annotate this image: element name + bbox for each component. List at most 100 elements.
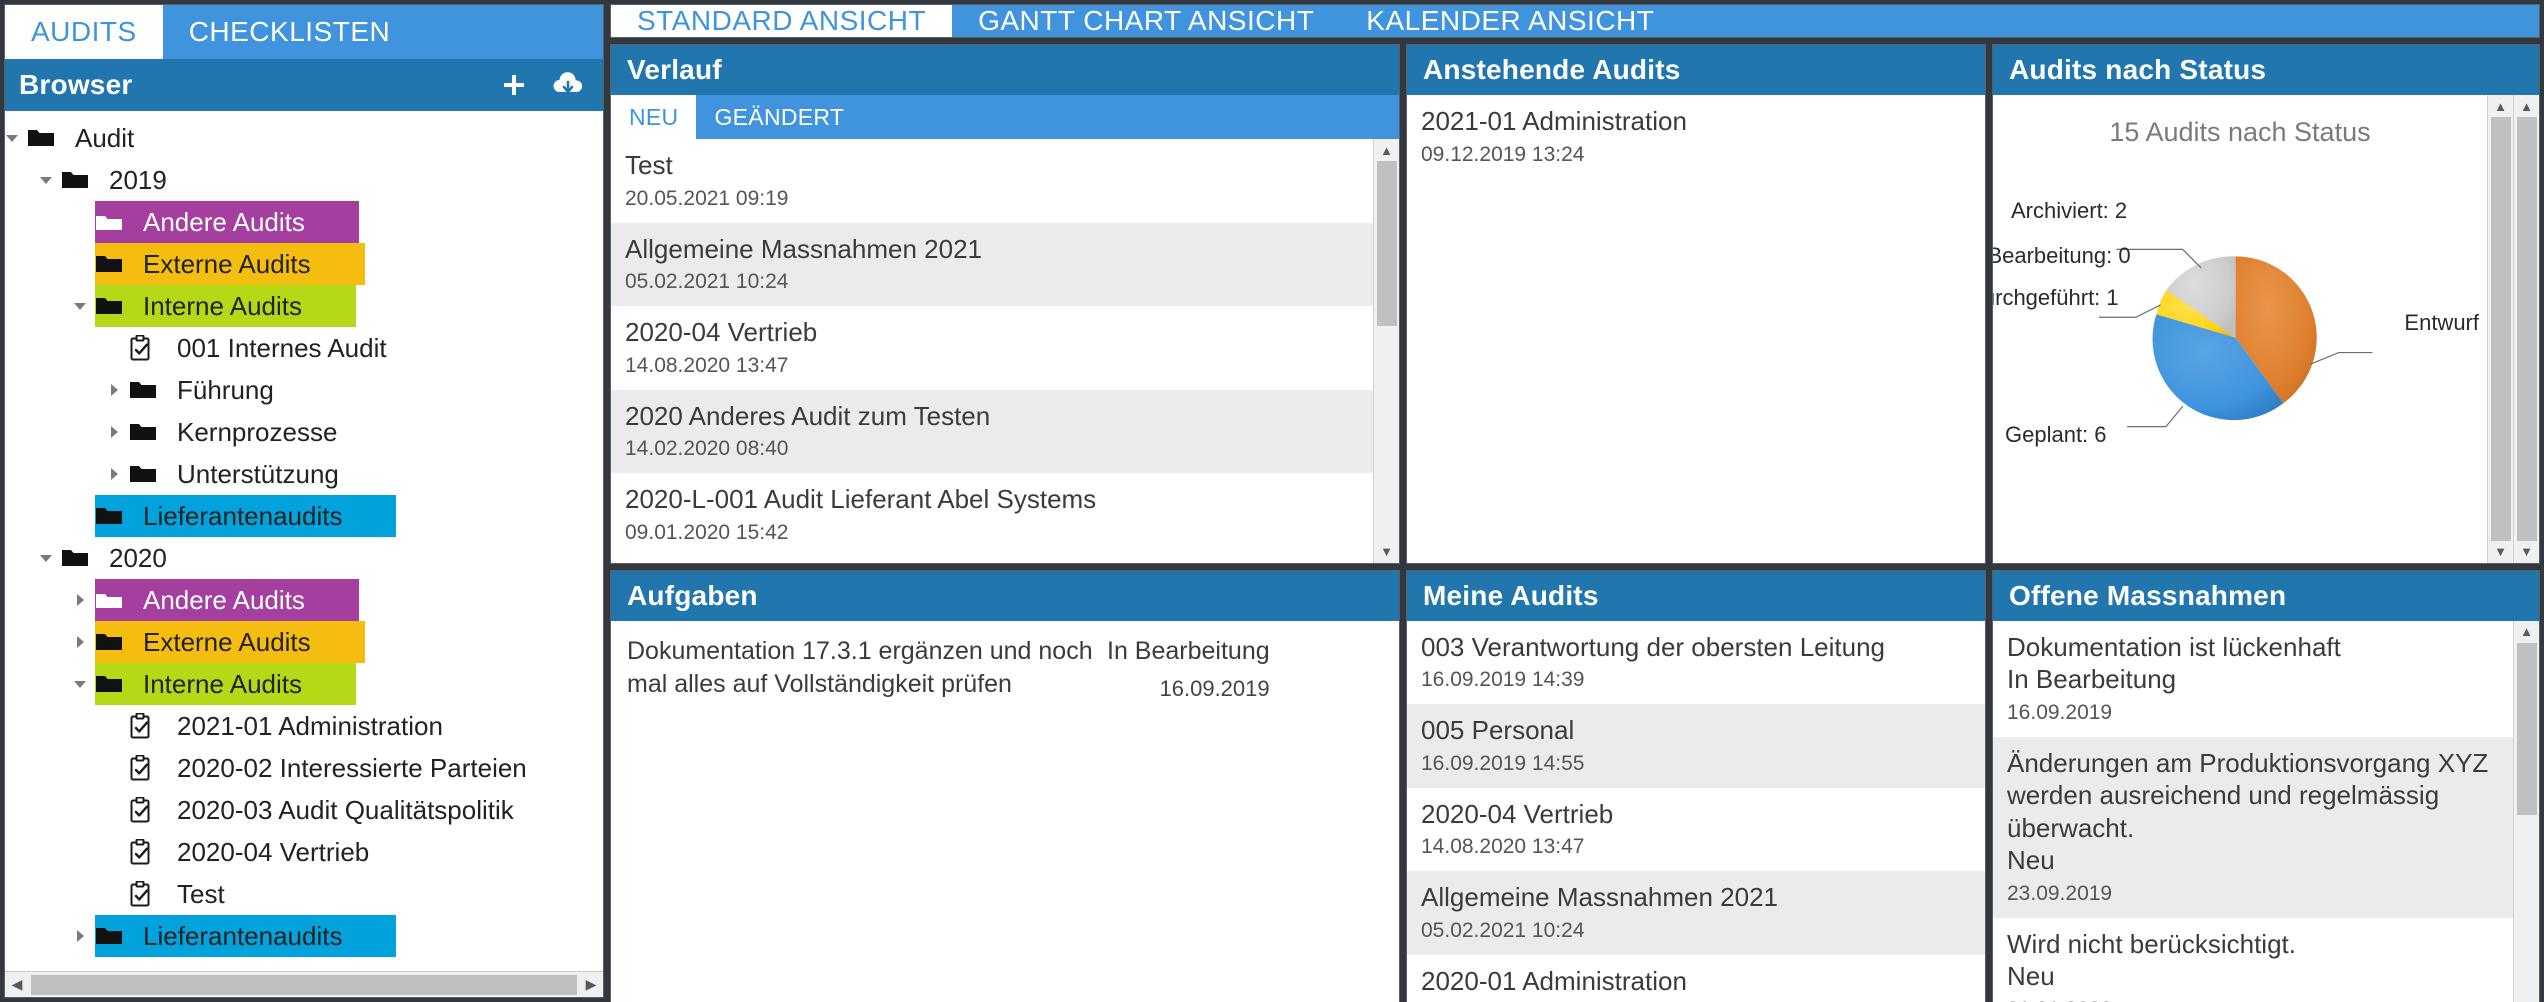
tree-node[interactable]: Test [5,873,603,915]
chevron-right-icon[interactable] [65,928,95,944]
cloud-download-icon[interactable] [551,72,585,98]
scroll-down-arrow[interactable]: ▼ [2488,541,2513,563]
tree-node-row[interactable]: Andere Audits [95,201,359,243]
status-outer-vertical-scrollbar[interactable]: ▲ ▼ [2513,95,2539,563]
list-item[interactable]: Allgemeine Massnahmen 2021 05.02.2021 10:… [1407,871,1985,955]
tree-node-row[interactable]: Externe Audits [95,243,365,285]
list-item[interactable]: 005 Personal 16.09.2019 14:55 [1407,704,1985,788]
chevron-down-icon[interactable] [31,550,61,566]
anstehende-audits-list[interactable]: 2021-01 Administration 09.12.2019 13:24 [1407,95,1985,179]
scroll-up-arrow[interactable]: ▲ [1374,139,1399,161]
tree-node-row[interactable]: Lieferantenaudits [95,495,397,537]
tree-node[interactable]: Führung [5,369,603,411]
list-item[interactable]: 2021-01 Administration 09.12.2019 13:24 [1407,95,1985,179]
list-item[interactable]: 2020-L-001 Audit Lieferant Abel Systems 0… [611,473,1373,557]
tree-node[interactable]: Lieferantenaudits [5,915,603,957]
chevron-right-icon[interactable] [65,634,95,650]
scroll-thumb[interactable] [2516,642,2537,815]
audit-tree[interactable]: Audit 2019 Andere Audits Externe Audits Inte… [5,111,603,971]
list-item[interactable]: Änderungen am Produktionsvorgang XYZ wer… [1993,736,2513,918]
scroll-left-arrow[interactable]: ◀ [5,976,29,993]
tab-standard-ansicht[interactable]: STANDARD ANSICHT [611,5,953,37]
tree-node-row[interactable]: 2020 [40,537,181,579]
meine-audits-title: Meine Audits [1407,570,1985,621]
chevron-right-icon[interactable] [99,424,129,440]
tree-node-row[interactable]: 2020-04 Vertrieb [129,831,383,873]
chevron-right-icon[interactable] [99,382,129,398]
chevron-down-icon[interactable] [65,298,95,314]
list-item[interactable]: 2020-04 Vertrieb 14.08.2020 13:47 [1407,788,1985,872]
scroll-right-arrow[interactable]: ▶ [579,976,603,993]
tree-node[interactable]: Unterstützung [5,453,603,495]
scroll-up-arrow[interactable]: ▲ [2514,621,2539,643]
tree-node[interactable]: 2020-04 Vertrieb [5,831,603,873]
tree-node-row[interactable]: 2019 [40,159,181,201]
status-inner-vertical-scrollbar[interactable]: ▲ ▼ [2487,95,2513,563]
scroll-down-arrow[interactable]: ▼ [1374,541,1399,563]
tree-node[interactable]: Lieferantenaudits [5,495,603,537]
tree-node-row[interactable]: 2020-02 Interessierte Parteien [129,747,541,789]
list-item[interactable]: 2020-04 Vertrieb 14.08.2020 13:47 [611,306,1373,390]
offene-massnahmen-list[interactable]: Dokumentation ist lückenhaft In Bearbeitu… [1993,621,2513,1002]
tree-node-row[interactable]: 001 Internes Audit [129,327,401,369]
chevron-right-icon[interactable] [99,466,129,482]
tree-node[interactable]: 2020-02 Interessierte Parteien [5,747,603,789]
list-item[interactable]: Wird nicht berücksichtigt.Neu 31.01.2020 [1993,918,2513,1002]
plus-icon[interactable] [501,72,527,98]
scroll-thumb[interactable] [2516,117,2537,541]
tree-node[interactable]: Interne Audits [5,663,603,705]
tab-audits[interactable]: AUDITS [5,5,163,59]
meine-audits-list[interactable]: 003 Verantwortung der obersten Leitung 16… [1407,621,1985,1002]
offene-vertical-scrollbar[interactable]: ▲ ▼ [2513,620,2539,1002]
tree-node[interactable]: Audit [5,117,603,159]
tree-horizontal-scrollbar[interactable]: ◀ ▶ [5,971,603,997]
tree-node[interactable]: 2020-03 Audit Qualitätspolitik [5,789,603,831]
tree-node-row[interactable]: Interne Audits [74,285,356,327]
list-item[interactable]: 2020-01 Administration09.12.2019 13:24 [1407,955,1985,1002]
tree-node-row[interactable]: Kernprozesse [111,411,351,453]
list-item[interactable]: 003 Verantwortung der obersten Leitung 16… [1407,621,1985,705]
subtab-neu[interactable]: NEU [611,95,697,139]
tree-node-row[interactable]: Externe Audits [77,621,365,663]
verlauf-vertical-scrollbar[interactable]: ▲ ▼ [1373,139,1399,563]
tree-node[interactable]: 2021-01 Administration [5,705,603,747]
scroll-down-arrow[interactable]: ▼ [2514,541,2539,563]
tree-node[interactable]: Kernprozesse [5,411,603,453]
list-item[interactable]: 2020 Anderes Audit zum Testen 14.02.2020 … [611,389,1373,473]
scroll-thumb[interactable] [2490,117,2511,541]
chevron-right-icon[interactable] [65,592,95,608]
list-item[interactable]: Dokumentation ist lückenhaft In Bearbeitu… [1993,621,2513,737]
tree-node[interactable]: Andere Audits [5,579,603,621]
tree-node-row[interactable]: Interne Audits [74,663,356,705]
tree-node[interactable]: Externe Audits [5,243,603,285]
tree-node-row[interactable]: Audit [6,117,148,159]
scroll-thumb[interactable] [1376,161,1397,326]
tree-node-row[interactable]: Lieferantenaudits [77,915,397,957]
chevron-down-icon[interactable] [65,676,95,692]
list-item[interactable]: Allgemeine Massnahmen 2021 05.02.2021 10:… [611,222,1373,306]
scroll-thumb[interactable] [31,974,577,995]
list-item[interactable]: Test 20.05.2021 09:19 [611,139,1373,223]
tree-node-row[interactable]: 2021-01 Administration [129,705,457,747]
tree-node[interactable]: 2019 [5,159,603,201]
tree-node[interactable]: Andere Audits [5,201,603,243]
tree-node[interactable]: 001 Internes Audit [5,327,603,369]
subtab-geaendert[interactable]: GEÄNDERT [696,95,862,139]
tab-kalender-ansicht[interactable]: KALENDER ANSICHT [1340,5,1680,37]
scroll-up-arrow[interactable]: ▲ [2514,95,2539,117]
tree-node-row[interactable]: 2020-03 Audit Qualitätspolitik [129,789,528,831]
aufgaben-row[interactable]: Dokumentation 17.3.1 ergänzen und noch m… [611,621,1399,704]
chevron-down-icon[interactable] [31,172,61,188]
tree-node-row[interactable]: Führung [111,369,288,411]
tab-gantt-chart-ansicht[interactable]: GANTT CHART ANSICHT [952,5,1340,37]
verlauf-list[interactable]: Test 20.05.2021 09:19 Allgemeine Massnahme… [611,139,1373,557]
chevron-down-icon[interactable] [5,130,27,146]
tree-node-row[interactable]: Unterstützung [111,453,353,495]
scroll-up-arrow[interactable]: ▲ [2488,95,2513,117]
tree-node-row[interactable]: Test [129,873,239,915]
tab-checklisten[interactable]: CHECKLISTEN [163,5,417,59]
tree-node[interactable]: 2020 [5,537,603,579]
tree-node[interactable]: Externe Audits [5,621,603,663]
tree-node[interactable]: Interne Audits [5,285,603,327]
tree-node-row[interactable]: Andere Audits [77,579,359,621]
